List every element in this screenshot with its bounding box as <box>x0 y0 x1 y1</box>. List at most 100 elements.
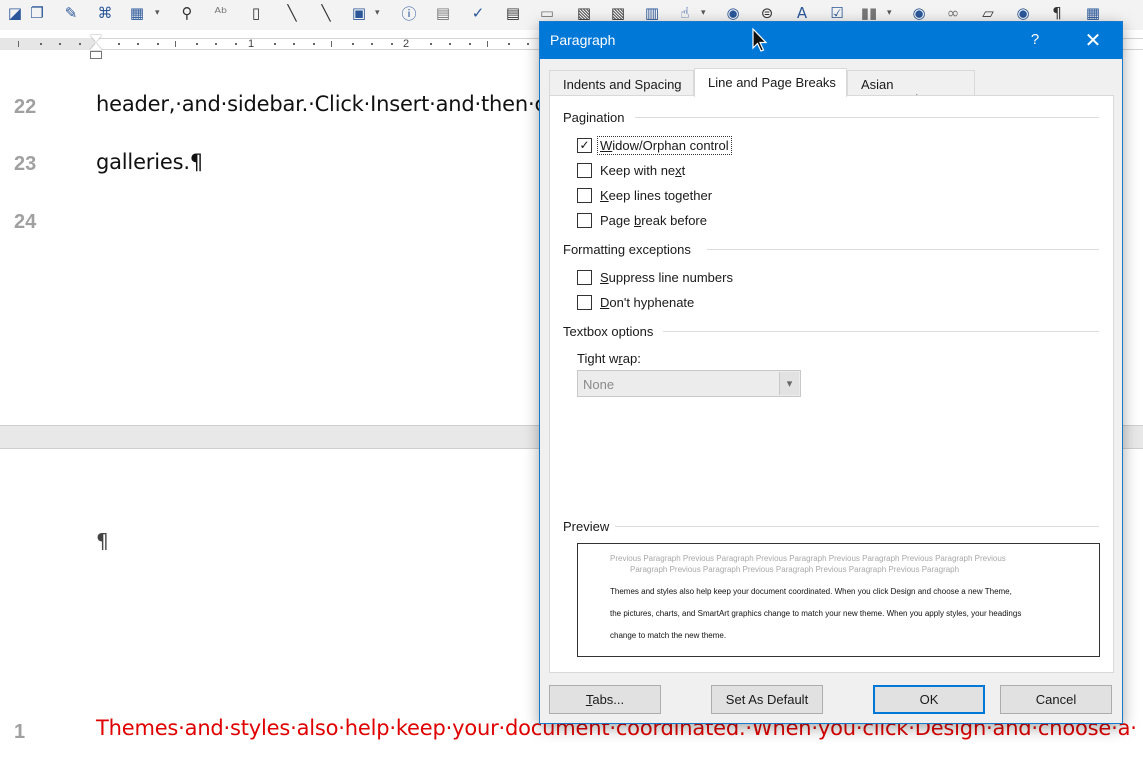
tab-asian-typography[interactable]: Asian Typography <box>847 70 975 107</box>
tab-panel: Pagination ✓ Widow/Orphan control Keep w… <box>549 95 1114 673</box>
signature-icon[interactable]: ✎ <box>60 3 82 23</box>
divider <box>707 249 1099 250</box>
info-icon[interactable]: ⓘ <box>398 3 420 23</box>
search-icon[interactable]: ⚲ <box>176 3 198 23</box>
tight-wrap-value: None <box>583 377 615 392</box>
line-number: 23 <box>14 153 37 175</box>
page-break-before-checkbox[interactable] <box>577 212 592 228</box>
ruler-dot <box>371 43 373 45</box>
barcode-dropdown-icon[interactable]: ▾ <box>887 8 892 18</box>
help-button[interactable]: ? <box>1020 28 1050 52</box>
tab-indents-and-spacing[interactable]: Indents and Spacing <box>549 70 694 96</box>
touch-icon[interactable]: ☝ <box>674 3 696 23</box>
widow-orphan-checkbox[interactable]: ✓ <box>577 137 592 153</box>
ruler-tick <box>487 41 488 47</box>
ruler-tick <box>175 41 176 47</box>
close-button[interactable]: ✕ <box>1076 26 1110 54</box>
frame-icon[interactable]: ▭ <box>536 3 558 23</box>
keep-lines-together-checkbox[interactable] <box>577 187 592 203</box>
set-as-default-button[interactable]: Set As Default <box>711 685 823 714</box>
ruler-dot <box>196 43 198 45</box>
ruler-dot <box>293 43 295 45</box>
form-icon[interactable]: ▤ <box>432 3 454 23</box>
dialog-title-bar[interactable]: Paragraph ? ✕ <box>540 22 1122 59</box>
ruler-dot <box>79 43 81 45</box>
currency-icon[interactable]: ⊜ <box>756 3 778 23</box>
keep-with-next-checkbox[interactable] <box>577 162 592 178</box>
preview-header: Preview <box>563 519 610 534</box>
pilcrow-icon[interactable]: ¶ <box>1046 3 1068 23</box>
table-edit-icon[interactable]: ▦ <box>1082 3 1104 23</box>
page-icon[interactable]: ▯ <box>245 3 267 23</box>
ruler-tick <box>331 41 332 47</box>
folder-icon[interactable]: ▱ <box>977 3 999 23</box>
smartart-icon[interactable]: ❐ <box>26 3 48 23</box>
table-icon[interactable]: ▦ <box>126 3 148 23</box>
pagination-header: Pagination <box>563 110 625 125</box>
document-icon[interactable]: ▤ <box>502 3 524 23</box>
voice-icon[interactable]: A <box>791 3 813 23</box>
suppress-line-numbers-row[interactable]: Suppress line numbers <box>577 267 735 287</box>
record3-icon[interactable]: ◉ <box>1012 3 1034 23</box>
line-icon[interactable]: ╲ <box>281 3 303 23</box>
ruler-dot <box>430 43 432 45</box>
suppress-line-numbers-label: Suppress line numbers <box>600 269 733 285</box>
form-field-icon[interactable]: ▥ <box>641 3 663 23</box>
first-line-indent-marker[interactable] <box>90 35 102 42</box>
ruler-dot <box>235 43 237 45</box>
text-effects-icon[interactable]: ᴬᵇ <box>210 3 232 23</box>
preview-current-text: Themes and styles also help keep your do… <box>610 587 1012 596</box>
record-icon[interactable]: ◉ <box>722 3 744 23</box>
textbox-dropdown-icon[interactable]: ▾ <box>375 8 380 18</box>
tabs-button[interactable]: Tabs... <box>549 685 661 714</box>
tab-label: Line and Page Breaks <box>708 75 836 90</box>
chevron-down-icon[interactable]: ▾ <box>779 372 799 395</box>
tight-wrap-select[interactable]: None ▾ <box>577 370 801 397</box>
line-number: 22 <box>14 96 37 118</box>
check-icon[interactable]: ✓ <box>467 3 489 23</box>
divider <box>635 117 1099 118</box>
check-image-icon[interactable]: ☑ <box>826 3 848 23</box>
shape-icon[interactable]: ◪ <box>4 3 26 23</box>
ok-button[interactable]: OK <box>873 685 985 714</box>
widow-orphan-row[interactable]: ✓ Widow/Orphan control <box>577 135 732 155</box>
suppress-line-numbers-checkbox[interactable] <box>577 269 592 285</box>
cancel-button[interactable]: Cancel <box>1000 685 1112 714</box>
ruler-number: 2 <box>403 38 410 50</box>
record2-icon[interactable]: ◉ <box>908 3 930 23</box>
preview-previous-text: Previous Paragraph Previous Paragraph Pr… <box>610 554 1006 563</box>
ruler-dot <box>508 43 510 45</box>
document-line[interactable]: header,·and·sidebar.·Click·Insert·and·th… <box>96 92 572 116</box>
dont-hyphenate-checkbox[interactable] <box>577 294 592 310</box>
dont-hyphenate-row[interactable]: Don't hyphenate <box>577 292 696 312</box>
paragraph-dialog: Paragraph ? ✕ Indents and Spacing Line a… <box>539 21 1123 724</box>
page-break-before-row[interactable]: Page break before <box>577 210 709 230</box>
keep-with-next-row[interactable]: Keep with next <box>577 160 687 180</box>
document-line[interactable]: galleries.¶ <box>96 150 203 174</box>
textbox-icon[interactable]: ▣ <box>348 3 370 23</box>
ruler-dot <box>313 43 315 45</box>
barcode-icon[interactable]: ▮▮ <box>858 3 880 23</box>
doc-icon[interactable]: ▧ <box>573 3 595 23</box>
hierarchy-icon[interactable]: ⌘ <box>94 3 116 23</box>
line2-icon[interactable]: ╲ <box>315 3 337 23</box>
tab-line-and-page-breaks[interactable]: Line and Page Breaks <box>694 68 847 97</box>
ruler-dot <box>352 43 354 45</box>
ruler-dot <box>449 43 451 45</box>
divider <box>663 331 1099 332</box>
mouse-pointer-icon <box>752 28 768 52</box>
ruler-dot <box>215 43 217 45</box>
textbox-options-header: Textbox options <box>563 324 654 339</box>
left-indent-marker[interactable] <box>90 51 102 59</box>
keep-lines-together-row[interactable]: Keep lines together <box>577 185 714 205</box>
ruler-dot <box>137 43 139 45</box>
hanging-indent-marker[interactable] <box>90 43 102 50</box>
keep-lines-together-label: Keep lines together <box>600 187 713 203</box>
ruler-dot <box>118 43 120 45</box>
link-icon[interactable]: ∞ <box>942 3 964 23</box>
touch-dropdown-icon[interactable]: ▾ <box>701 8 706 18</box>
preview-current-text: the pictures, charts, and SmartArt graph… <box>610 609 1022 618</box>
table-dropdown-icon[interactable]: ▾ <box>155 8 160 18</box>
doc2-icon[interactable]: ▧ <box>607 3 629 23</box>
paragraph-mark[interactable]: ¶ <box>96 529 109 553</box>
